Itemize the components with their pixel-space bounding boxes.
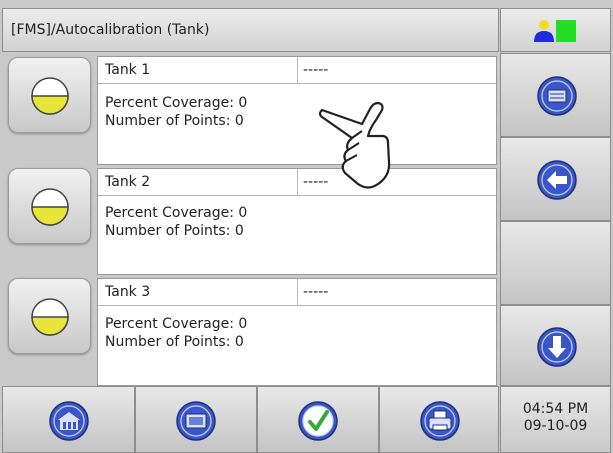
accept-button[interactable] xyxy=(257,386,379,453)
user-status-icon xyxy=(534,20,576,42)
page-title: [FMS]/Autocalibration (Tank) xyxy=(11,22,210,38)
tank-name: Tank 1 xyxy=(105,62,151,78)
tank-value: ----- xyxy=(303,284,329,300)
percent-coverage: Percent Coverage: 0 xyxy=(105,205,248,221)
screen-icon xyxy=(176,401,216,441)
tank-3-button[interactable] xyxy=(8,278,91,354)
tank-level-icon xyxy=(31,77,69,115)
checkmark-icon xyxy=(298,401,338,441)
user-status[interactable] xyxy=(500,8,611,52)
number-of-points: Number of Points: 0 xyxy=(105,113,244,129)
tank-name-cell: Tank 1 xyxy=(98,57,298,84)
title-bar: [FMS]/Autocalibration (Tank) xyxy=(2,8,499,52)
number-of-points: Number of Points: 0 xyxy=(105,223,244,239)
tank-name: Tank 3 xyxy=(105,284,151,300)
scroll-down-button[interactable] xyxy=(500,305,611,386)
home-icon xyxy=(49,401,89,441)
tank-level-icon xyxy=(31,188,69,226)
tank-1-panel: Tank 1 ----- Percent Coverage: 0 Number … xyxy=(97,56,497,165)
tank-1-button[interactable] xyxy=(8,57,91,133)
clock-date: 09-10-09 xyxy=(523,418,588,434)
screen-button[interactable] xyxy=(135,386,257,453)
tank-value-cell[interactable]: ----- xyxy=(298,279,496,306)
tank-value-cell[interactable]: ----- xyxy=(298,57,496,84)
screen: [FMS]/Autocalibration (Tank) Tank 1 ----… xyxy=(0,0,613,453)
tank-2-panel: Tank 2 ----- Percent Coverage: 0 Number … xyxy=(97,168,497,275)
number-of-points: Number of Points: 0 xyxy=(105,334,244,350)
clock-time: 04:54 PM xyxy=(522,401,589,417)
tank-level-icon xyxy=(31,298,69,336)
tank-name: Tank 2 xyxy=(105,174,151,190)
tank-3-panel: Tank 3 ----- Percent Coverage: 0 Number … xyxy=(97,278,497,386)
print-button[interactable] xyxy=(379,386,499,453)
bottom-toolbar xyxy=(2,386,499,453)
menu-icon xyxy=(537,76,577,116)
empty-side-button[interactable] xyxy=(500,221,611,305)
tank-name-cell: Tank 3 xyxy=(98,279,298,306)
home-button[interactable] xyxy=(2,386,135,453)
printer-icon xyxy=(420,401,460,441)
clock: 04:54 PM 09-10-09 xyxy=(500,386,611,453)
percent-coverage: Percent Coverage: 0 xyxy=(105,316,248,332)
tank-name-cell: Tank 2 xyxy=(98,169,298,196)
back-arrow-icon xyxy=(537,160,577,200)
tank-2-button[interactable] xyxy=(8,168,91,244)
percent-coverage: Percent Coverage: 0 xyxy=(105,95,248,111)
hand-pointer-icon xyxy=(318,101,391,189)
back-button[interactable] xyxy=(500,137,611,221)
menu-button[interactable] xyxy=(500,53,611,137)
tank-value: ----- xyxy=(303,62,329,78)
down-arrow-icon xyxy=(537,327,577,367)
